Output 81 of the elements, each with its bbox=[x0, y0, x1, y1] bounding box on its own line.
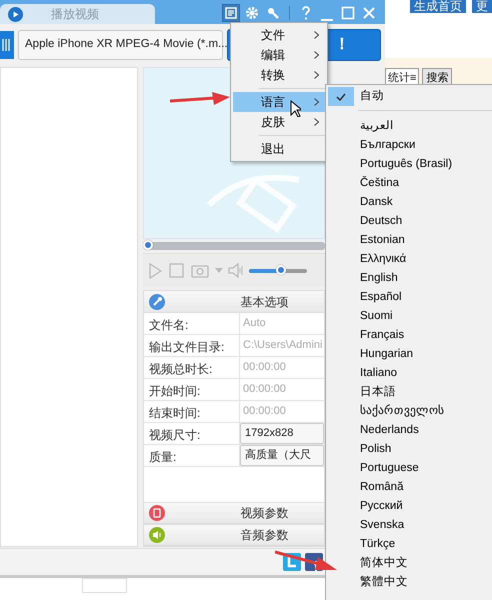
language-item[interactable]: Română bbox=[328, 478, 492, 497]
maximize-button[interactable] bbox=[340, 5, 356, 21]
page-button[interactable]: 更 bbox=[472, 0, 492, 13]
tool-button[interactable] bbox=[265, 5, 281, 21]
option-value: C:\Users\Admini bbox=[243, 338, 322, 354]
check-icon bbox=[336, 92, 346, 100]
language-item[interactable]: Български bbox=[328, 136, 492, 155]
menu-button[interactable] bbox=[223, 5, 239, 21]
wrench-icon bbox=[149, 294, 165, 310]
seek-handle[interactable] bbox=[143, 240, 153, 250]
option-value: 00:00:00 bbox=[243, 404, 286, 420]
language-item[interactable]: საქართველოს bbox=[328, 402, 492, 421]
language-item[interactable]: English bbox=[328, 269, 492, 288]
language-item[interactable]: Portuguese bbox=[328, 459, 492, 478]
minimize-icon bbox=[321, 19, 333, 21]
close-icon bbox=[362, 6, 376, 20]
arrow-drawing bbox=[275, 550, 337, 572]
language-item[interactable]: Русский bbox=[328, 497, 492, 516]
play-icon bbox=[8, 6, 23, 22]
language-item[interactable]: Hungarian bbox=[328, 345, 492, 364]
menu-item[interactable]: 转换 bbox=[233, 65, 325, 85]
option-value: Auto bbox=[243, 316, 266, 332]
option-select[interactable]: 高质量（大尺 bbox=[240, 445, 324, 466]
option-label: 结束时间: bbox=[144, 401, 240, 422]
help-icon bbox=[301, 6, 311, 20]
stop-button[interactable] bbox=[168, 262, 185, 278]
language-item[interactable]: Polish bbox=[328, 440, 492, 459]
language-item[interactable]: Italiano bbox=[328, 364, 492, 383]
menu-item[interactable]: 皮肤 bbox=[233, 112, 325, 132]
language-item[interactable]: Čeština bbox=[328, 174, 492, 193]
option-label: 文件名: bbox=[144, 313, 240, 334]
play-button[interactable] bbox=[147, 262, 163, 278]
option-value: 00:00:00 bbox=[243, 382, 286, 398]
menu-icon bbox=[225, 7, 237, 19]
film-icon bbox=[149, 505, 165, 521]
maximize-icon bbox=[341, 6, 355, 20]
option-label: 输出文件目录: bbox=[144, 335, 240, 356]
language-item[interactable]: Deutsch bbox=[328, 212, 492, 231]
language-item[interactable]: Svenska bbox=[328, 516, 492, 535]
stop-icon bbox=[169, 263, 184, 278]
language-item[interactable]: Dansk bbox=[328, 193, 492, 212]
section-title: 音频参数 bbox=[240, 527, 288, 544]
camera-icon bbox=[191, 263, 209, 278]
app-icon bbox=[0, 30, 14, 58]
snapshot-button[interactable] bbox=[190, 262, 210, 278]
language-item[interactable]: 日本語 bbox=[328, 383, 492, 402]
settings-icon bbox=[245, 6, 259, 20]
language-item[interactable]: Türkçe bbox=[328, 535, 492, 554]
option-label: 视频总时长: bbox=[144, 357, 240, 378]
seek-bar[interactable] bbox=[143, 239, 325, 253]
language-item[interactable]: 繁體中文 bbox=[328, 573, 492, 592]
language-item[interactable]: 简体中文 bbox=[328, 554, 492, 573]
language-item[interactable]: العربية bbox=[328, 117, 492, 136]
menu-item[interactable]: 退出 bbox=[233, 139, 325, 159]
cursor-icon bbox=[290, 100, 301, 117]
language-item[interactable]: Ελληνικά bbox=[328, 250, 492, 269]
speaker-icon bbox=[228, 263, 244, 278]
option-label: 开始时间: bbox=[144, 379, 240, 400]
language-item[interactable]: Nederlands bbox=[328, 421, 492, 440]
language-item[interactable]: Français bbox=[328, 326, 492, 345]
caret-icon bbox=[215, 268, 223, 273]
section-title: 基本选项 bbox=[240, 294, 288, 310]
settings-button[interactable] bbox=[244, 5, 260, 21]
arrow-drawing bbox=[170, 92, 230, 106]
volume-handle[interactable] bbox=[276, 264, 286, 274]
language-item[interactable]: Suomi bbox=[328, 307, 492, 326]
option-select[interactable]: 1792x828 bbox=[240, 423, 324, 444]
language-item[interactable]: Estonian bbox=[328, 231, 492, 250]
speaker-icon bbox=[149, 527, 165, 543]
play-icon bbox=[148, 262, 162, 278]
section-title: 视频参数 bbox=[240, 505, 288, 522]
wrench-icon bbox=[267, 7, 279, 19]
menu-item[interactable]: 语言 bbox=[233, 92, 325, 112]
language-item[interactable]: 自动 bbox=[328, 87, 492, 106]
menu-item[interactable]: 文件 bbox=[233, 25, 325, 45]
menu-item[interactable]: 编辑 bbox=[233, 45, 325, 65]
page-button[interactable]: 生成首页 bbox=[410, 0, 466, 13]
close-button[interactable] bbox=[361, 5, 377, 21]
option-value: 00:00:00 bbox=[243, 360, 286, 376]
language-item[interactable]: Español bbox=[328, 288, 492, 307]
language-item[interactable]: Português (Brasil) bbox=[328, 155, 492, 174]
